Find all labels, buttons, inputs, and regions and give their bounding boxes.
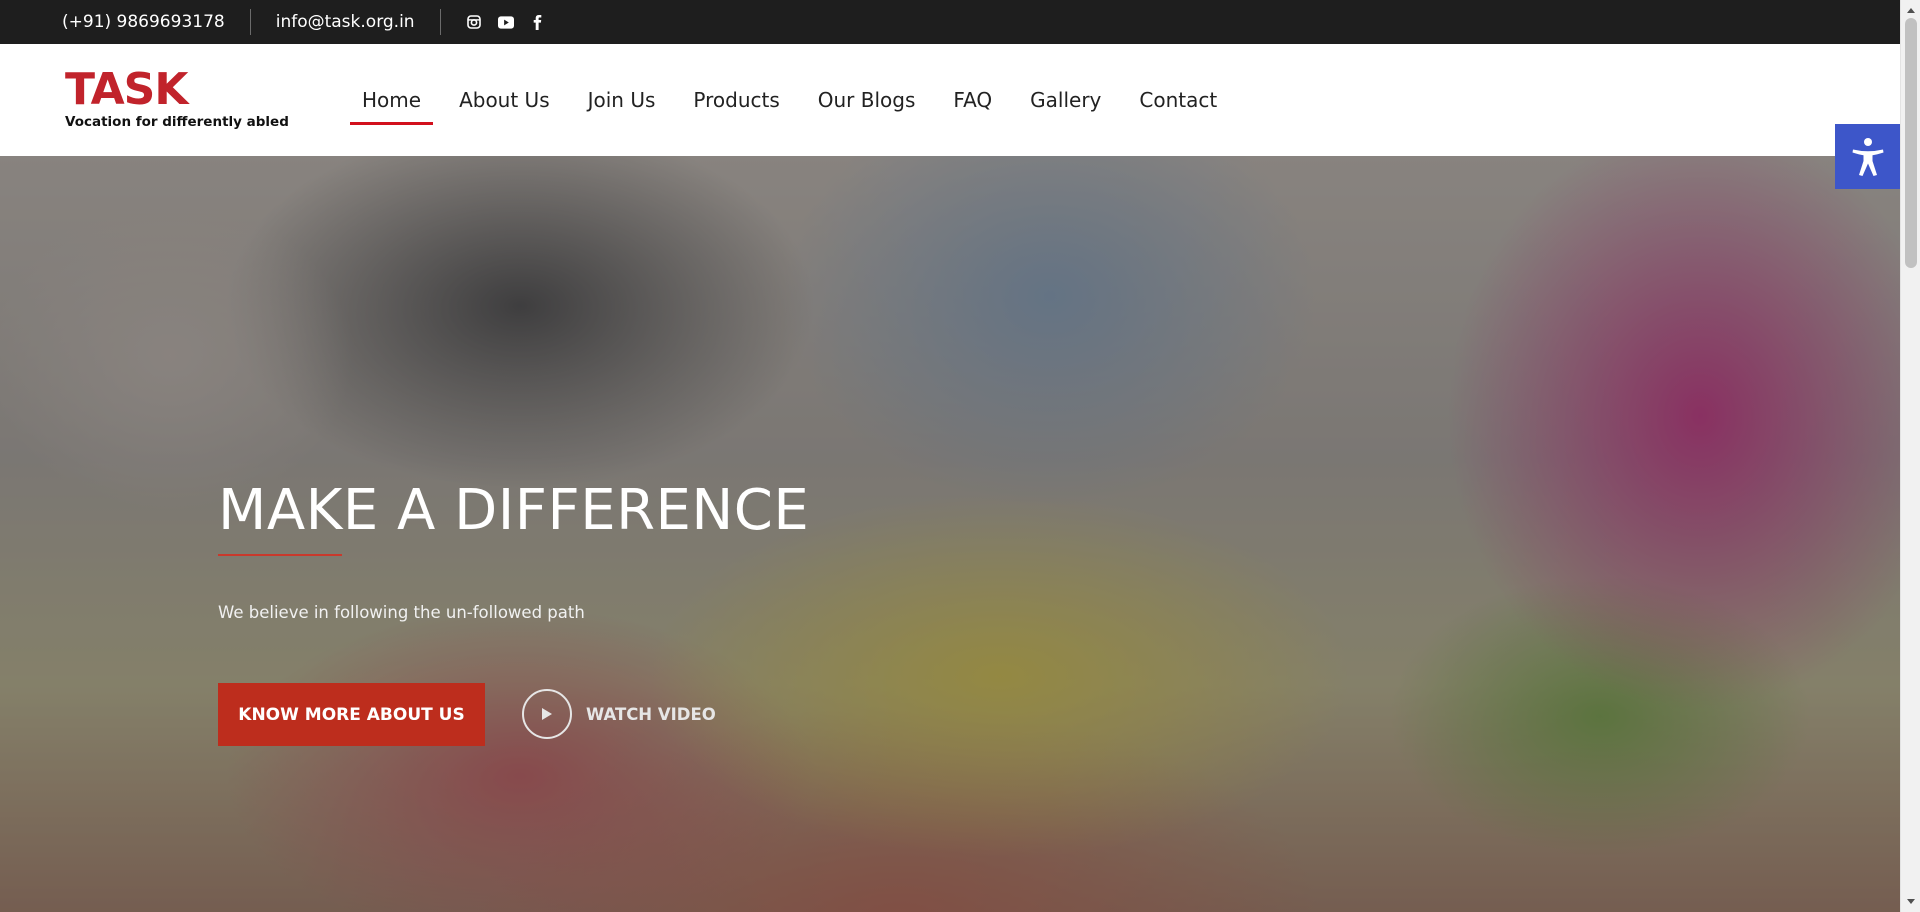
scroll-up-icon[interactable] bbox=[1901, 2, 1920, 19]
nav-item-home[interactable]: Home bbox=[350, 44, 434, 156]
accessibility-button[interactable] bbox=[1835, 124, 1900, 189]
hero-title: MAKE A DIFFERENCE bbox=[218, 478, 810, 543]
nav-item-products[interactable]: Products bbox=[681, 44, 791, 156]
play-icon[interactable] bbox=[522, 689, 572, 739]
main-nav: Home About Us Join Us Products Our Blogs… bbox=[350, 44, 1243, 156]
phone-number[interactable]: (+91) 9869693178 bbox=[62, 12, 225, 32]
site-header: TASK Vocation for differently abled Home… bbox=[0, 44, 1900, 156]
scroll-down-icon[interactable] bbox=[1901, 893, 1920, 910]
hero-section: MAKE A DIFFERENCE We believe in followin… bbox=[0, 156, 1900, 912]
watch-video-button[interactable]: WATCH VIDEO bbox=[522, 689, 716, 739]
logo-tagline: Vocation for differently abled bbox=[65, 114, 289, 130]
email-address[interactable]: info@task.org.in bbox=[276, 12, 415, 32]
hero-title-underline bbox=[218, 554, 342, 556]
nav-item-about-us[interactable]: About Us bbox=[447, 44, 562, 156]
page-scrollbar[interactable] bbox=[1900, 0, 1920, 912]
logo-brand: TASK bbox=[65, 64, 188, 115]
nav-item-contact[interactable]: Contact bbox=[1127, 44, 1229, 156]
know-more-button[interactable]: KNOW MORE ABOUT US bbox=[218, 683, 485, 746]
instagram-icon[interactable] bbox=[466, 14, 482, 30]
scrollbar-thumb[interactable] bbox=[1905, 18, 1917, 268]
youtube-icon[interactable] bbox=[497, 14, 514, 30]
watch-video-label: WATCH VIDEO bbox=[586, 704, 716, 724]
hero-subtitle: We believe in following the un-followed … bbox=[218, 603, 585, 622]
site-logo[interactable]: TASK Vocation for differently abled bbox=[65, 64, 289, 131]
top-bar: (+91) 9869693178 info@task.org.in bbox=[0, 0, 1900, 44]
nav-item-our-blogs[interactable]: Our Blogs bbox=[806, 44, 928, 156]
nav-item-join-us[interactable]: Join Us bbox=[576, 44, 668, 156]
facebook-icon[interactable] bbox=[530, 14, 546, 30]
topbar-divider bbox=[439, 9, 441, 35]
hero-content: MAKE A DIFFERENCE We believe in followin… bbox=[218, 156, 1118, 912]
topbar-divider bbox=[249, 9, 251, 35]
accessibility-icon bbox=[1852, 137, 1883, 176]
nav-item-gallery[interactable]: Gallery bbox=[1018, 44, 1113, 156]
social-links bbox=[466, 14, 546, 30]
nav-item-faq[interactable]: FAQ bbox=[941, 44, 1004, 156]
